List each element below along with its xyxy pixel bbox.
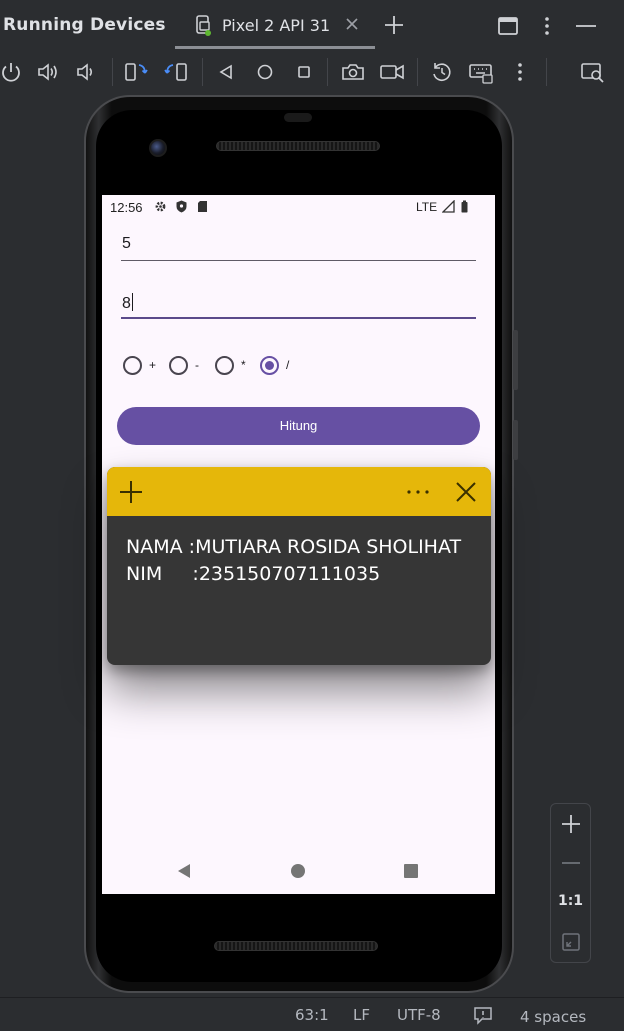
- emulator-toolbar: [0, 52, 624, 92]
- phone-speaker-top: [216, 141, 380, 151]
- file-encoding[interactable]: UTF-8: [397, 1006, 441, 1024]
- tab-label: Pixel 2 API 31: [222, 16, 331, 35]
- note-row-nim: NIM :235150707111035: [126, 561, 486, 588]
- sticky-note-window[interactable]: NAMA :MUTIARA ROSIDA SHOLIHAT NIM :23515…: [107, 467, 491, 665]
- radio-label-add: +: [149, 358, 157, 372]
- more-vertical-icon[interactable]: [535, 14, 559, 38]
- ide-title-bar: Running Devices Pixel 2 API 31: [0, 0, 624, 52]
- battery-icon: [461, 200, 468, 213]
- keyboard-icon[interactable]: [468, 59, 494, 85]
- overview-icon[interactable]: [291, 59, 317, 85]
- reset-icon[interactable]: [429, 59, 455, 85]
- note-key: NAMA: [126, 536, 183, 558]
- screenshot-icon[interactable]: [340, 59, 366, 85]
- radio-circle: [123, 356, 142, 375]
- signal-icon: [442, 200, 455, 213]
- toolbar-separator: [417, 58, 418, 86]
- rotate-right-icon[interactable]: [163, 59, 189, 85]
- plus-icon[interactable]: [382, 13, 406, 37]
- back-icon[interactable]: [213, 59, 239, 85]
- radio-circle: [169, 356, 188, 375]
- toolbar-separator: [327, 58, 328, 86]
- caret-position[interactable]: 63:1: [295, 1006, 329, 1024]
- first-number-value: 5: [122, 235, 131, 252]
- android-status-bar: 12:56 LTE: [102, 195, 495, 219]
- status-time: 12:56: [110, 200, 143, 215]
- indent-setting[interactable]: 4 spaces: [520, 1008, 586, 1026]
- sd-card-icon: [198, 201, 207, 212]
- radio-circle-checked: [260, 356, 279, 375]
- ide-status-bar: 63:1 LF UTF-8 4 spaces: [0, 997, 624, 1031]
- first-number-input[interactable]: 5: [121, 231, 476, 261]
- phone-sensor: [284, 113, 312, 122]
- device-explorer-icon[interactable]: [579, 59, 605, 85]
- volume-up-icon[interactable]: [35, 59, 61, 85]
- radio-label-multiply: *: [241, 358, 246, 372]
- sticky-note-header[interactable]: [107, 467, 491, 516]
- radio-label-subtract: -: [195, 358, 199, 372]
- zoom-controls: 1:1: [550, 803, 591, 963]
- second-number-input[interactable]: 8: [121, 289, 476, 319]
- second-number-value: 8: [122, 293, 134, 313]
- shield-icon: [176, 200, 187, 213]
- volume-down-icon[interactable]: [73, 59, 99, 85]
- more-horizontal-icon[interactable]: [405, 479, 431, 505]
- hitung-button[interactable]: Hitung: [117, 407, 480, 445]
- phone-side-button: [513, 330, 518, 390]
- zoom-out-icon[interactable]: [560, 852, 582, 874]
- note-sep: :: [182, 536, 196, 558]
- front-camera: [149, 139, 167, 157]
- tab-pixel-2-api-31[interactable]: Pixel 2 API 31: [175, 0, 375, 49]
- home-icon[interactable]: [252, 59, 278, 85]
- minimize-icon[interactable]: [574, 14, 598, 38]
- toolbar-separator: [112, 58, 113, 86]
- close-icon[interactable]: [453, 479, 479, 505]
- toolbar-separator: [202, 58, 203, 86]
- note-value: 235150707111035: [198, 563, 381, 585]
- radio-circle: [215, 356, 234, 375]
- device-mirror-icon: [196, 15, 211, 36]
- note-value: MUTIARA ROSIDA SHOLIHAT: [195, 536, 462, 558]
- close-icon[interactable]: [343, 15, 361, 33]
- zoom-fit-icon[interactable]: [560, 931, 582, 953]
- rotate-left-icon[interactable]: [123, 59, 149, 85]
- settings-icon: [155, 201, 166, 212]
- radio-label-divide: /: [286, 358, 290, 372]
- notifications-icon[interactable]: [473, 1005, 493, 1025]
- radio-selected-dot: [265, 361, 274, 370]
- screen-record-icon[interactable]: [379, 59, 405, 85]
- more-vertical-icon[interactable]: [507, 59, 533, 85]
- android-nav-bar: [102, 848, 495, 894]
- home-circle-icon[interactable]: [289, 862, 307, 880]
- note-sep: :: [162, 563, 199, 585]
- note-key: NIM: [126, 563, 163, 585]
- tool-window-title: Running Devices: [3, 15, 166, 35]
- back-triangle-icon[interactable]: [175, 862, 193, 880]
- line-ending[interactable]: LF: [353, 1006, 370, 1024]
- recents-square-icon[interactable]: [402, 862, 420, 880]
- power-icon[interactable]: [0, 59, 24, 85]
- plus-icon[interactable]: [118, 479, 144, 505]
- network-type: LTE: [416, 200, 438, 214]
- zoom-actual-size-button[interactable]: 1:1: [551, 893, 590, 909]
- phone-side-button: [513, 420, 518, 460]
- text-caret: [131, 293, 134, 311]
- phone-speaker-bottom: [214, 941, 378, 951]
- zoom-in-icon[interactable]: [560, 813, 582, 835]
- note-row-nama: NAMA :MUTIARA ROSIDA SHOLIHAT: [126, 534, 486, 561]
- sticky-note-body[interactable]: NAMA :MUTIARA ROSIDA SHOLIHAT NIM :23515…: [126, 534, 486, 588]
- toolbar-separator: [546, 58, 547, 86]
- window-layout-icon[interactable]: [496, 14, 520, 38]
